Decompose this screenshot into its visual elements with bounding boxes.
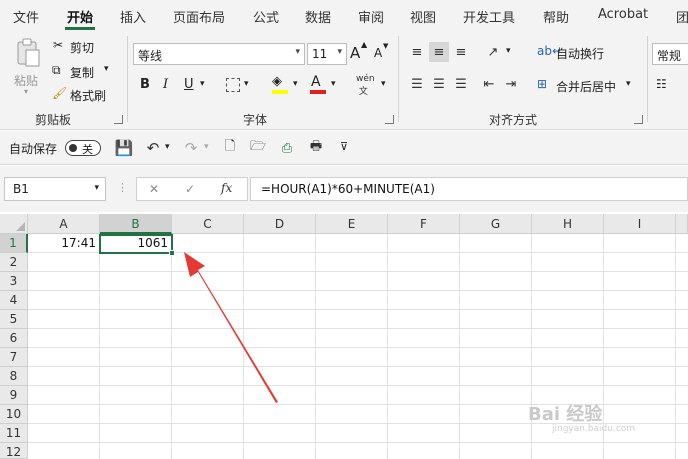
arrow-shape <box>184 252 278 403</box>
annotation-arrow <box>184 252 278 403</box>
watermark-logo: Bai 经验 <box>528 404 603 425</box>
watermark-url: jingyan.baidu.com <box>552 424 636 434</box>
